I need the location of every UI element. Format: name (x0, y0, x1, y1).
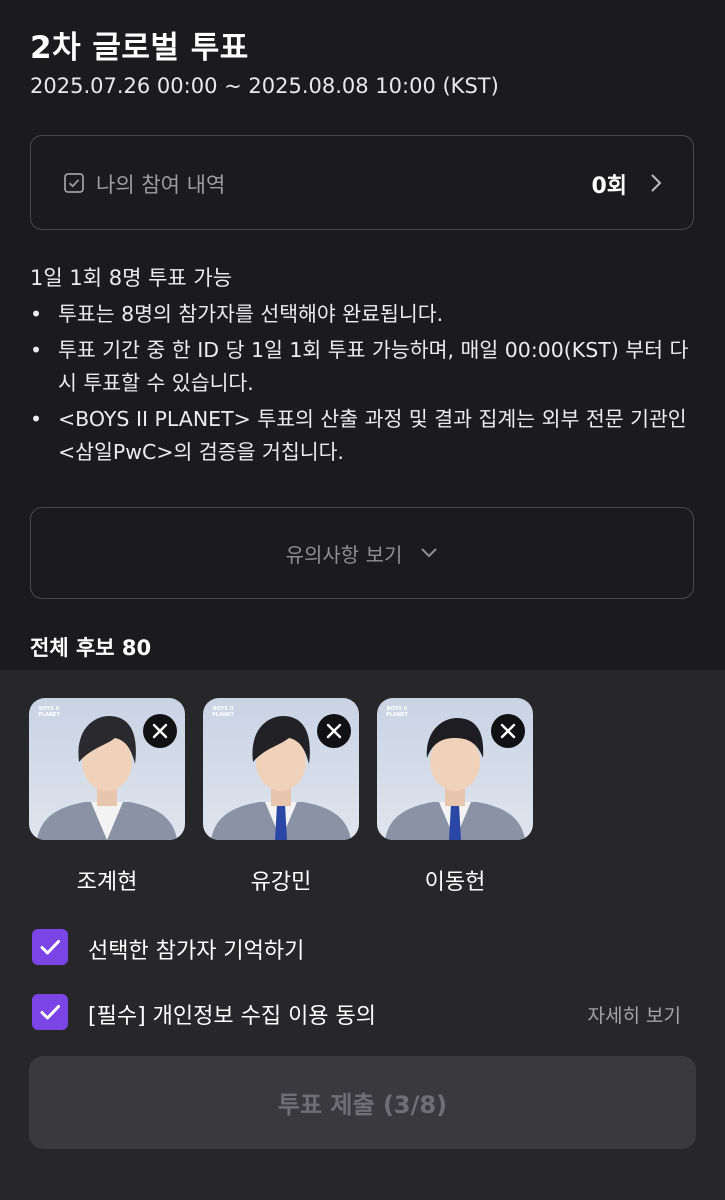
remember-selection-checkbox[interactable] (32, 929, 68, 965)
rule-item: 투표 기간 중 한 ID 당 1일 1회 투표 가능하며, 매일 00:00(K… (30, 334, 700, 400)
rules-list: 투표는 8명의 참가자를 선택해야 완료됩니다. 투표 기간 중 한 ID 당 … (30, 298, 700, 469)
rule-item: 투표는 8명의 참가자를 선택해야 완료됩니다. (30, 298, 700, 331)
close-icon (152, 723, 168, 739)
close-icon (500, 723, 516, 739)
remember-selection-label: 선택한 참가자 기억하기 (88, 939, 305, 964)
show-logo: BOYS II PLANET (38, 706, 60, 718)
close-icon (326, 723, 342, 739)
vote-rules: 1일 1회 8명 투표 가능 투표는 8명의 참가자를 선택해야 완료됩니다. … (30, 262, 700, 472)
check-icon (40, 1005, 60, 1020)
candidate-photo: BOYS II PLANET (203, 698, 359, 840)
remove-candidate-button[interactable] (491, 714, 525, 748)
privacy-consent-label: [필수] 개인정보 수집 이용 동의 (88, 1004, 377, 1029)
submit-vote-label: 투표 제출 (3/8) (277, 1091, 448, 1119)
selected-candidate-card[interactable]: BOYS II PLANET 유강민 (203, 698, 359, 896)
privacy-detail-link[interactable]: 자세히 보기 (588, 1001, 681, 1028)
chevron-down-icon (421, 548, 438, 558)
candidate-photo: BOYS II PLANET (377, 698, 533, 840)
rules-headline: 1일 1회 8명 투표 가능 (30, 266, 233, 290)
page-title: 2차 글로벌 투표 (30, 30, 249, 66)
participation-count: 0회 (591, 174, 627, 199)
checkbox-icon (64, 173, 84, 193)
vote-period: 2025.07.26 00:00 ~ 2025.08.08 10:00 (KST… (30, 74, 499, 98)
selected-candidate-card[interactable]: BOYS II PLANET 조계현 (29, 698, 185, 896)
privacy-consent-checkbox[interactable] (32, 994, 68, 1030)
remember-selection-option[interactable]: 선택한 참가자 기억하기 (32, 929, 432, 967)
chevron-right-icon (651, 174, 662, 192)
candidate-name: 조계현 (76, 870, 138, 895)
privacy-consent-option[interactable]: [필수] 개인정보 수집 이용 동의 (32, 994, 452, 1032)
rule-item: <BOYS II PLANET> 투표의 산출 과정 및 결과 집계는 외부 전… (30, 403, 700, 469)
show-logo: BOYS II PLANET (386, 706, 408, 718)
remove-candidate-button[interactable] (143, 714, 177, 748)
vote-info-section: 2차 글로벌 투표 2025.07.26 00:00 ~ 2025.08.08 … (0, 0, 725, 670)
view-notice-button[interactable]: 유의사항 보기 (30, 507, 694, 599)
participation-history-label: 나의 참여 내역 (96, 173, 226, 197)
view-notice-label: 유의사항 보기 (285, 542, 403, 567)
show-logo: BOYS II PLANET (212, 706, 234, 718)
selected-candidate-card[interactable]: BOYS II PLANET 이동헌 (377, 698, 533, 896)
participation-history-button[interactable]: 나의 참여 내역 0회 (30, 135, 694, 230)
candidate-name: 이동헌 (424, 870, 486, 895)
check-icon (40, 940, 60, 955)
candidate-name: 유강민 (250, 870, 312, 895)
candidate-photo: BOYS II PLANET (29, 698, 185, 840)
remove-candidate-button[interactable] (317, 714, 351, 748)
total-candidates: 전체 후보 80 (30, 636, 152, 660)
submit-vote-button[interactable]: 투표 제출 (3/8) (29, 1056, 696, 1149)
